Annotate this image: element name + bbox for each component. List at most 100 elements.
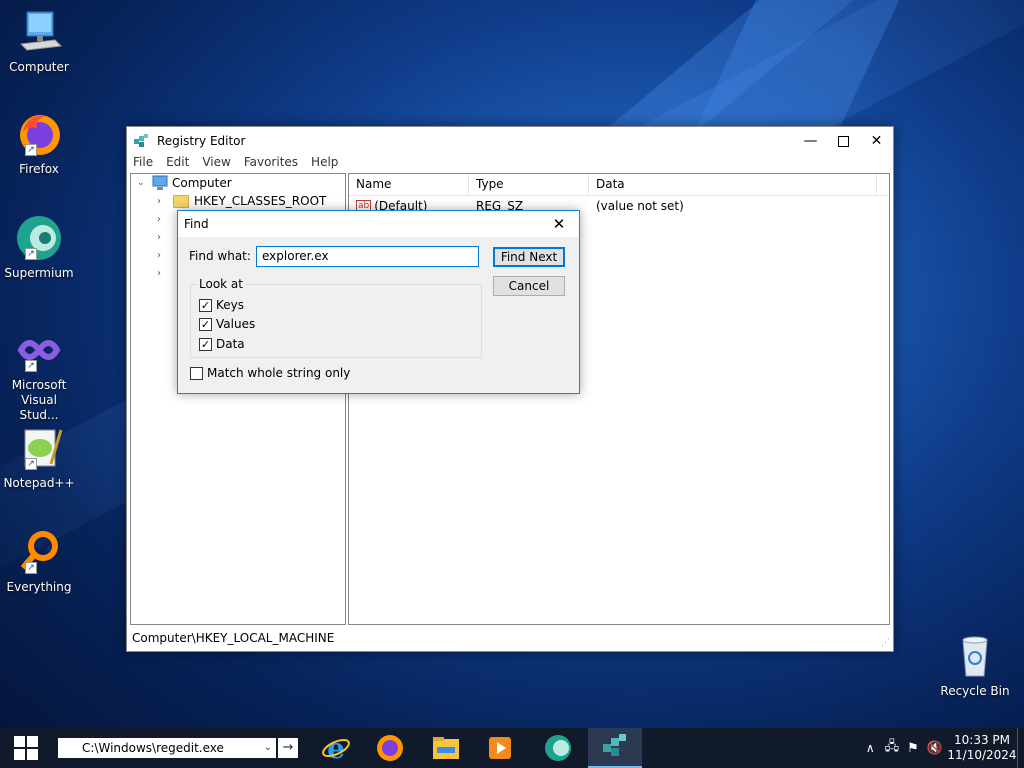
checkbox-icon: ✓ bbox=[190, 366, 203, 380]
shortcut-arrow-icon: ↗ bbox=[25, 144, 37, 156]
computer-icon bbox=[152, 175, 168, 190]
tree-item-hkey-classes-root[interactable]: › HKEY_CLASSES_ROOT bbox=[157, 192, 326, 210]
tree-item-collapsed[interactable]: › bbox=[157, 246, 173, 264]
window-title: Registry Editor bbox=[157, 134, 246, 148]
desktop-icon-label: Firefox bbox=[19, 162, 59, 176]
menu-edit[interactable]: Edit bbox=[166, 155, 189, 173]
taskbar-registry-editor[interactable] bbox=[588, 728, 642, 768]
firefox-icon: ↗ bbox=[15, 110, 63, 158]
find-dialog[interactable]: Find ✕ Find what: explorer.ex Find Next … bbox=[177, 210, 580, 394]
regedit-icon bbox=[134, 134, 148, 147]
menu-view[interactable]: View bbox=[202, 155, 230, 173]
tree-item-computer[interactable]: ⌄ Computer bbox=[137, 174, 232, 192]
menu-favorites[interactable]: Favorites bbox=[244, 155, 298, 173]
run-address-text: C:\Windows\regedit.exe bbox=[82, 741, 224, 755]
network-icon[interactable]: 🖧 bbox=[885, 737, 900, 759]
desktop-icon-label: Recycle Bin bbox=[940, 684, 1010, 698]
arrow-right-icon: → bbox=[282, 740, 294, 755]
taskbar-file-explorer[interactable] bbox=[422, 728, 470, 768]
data-checkbox[interactable]: ✓ Data bbox=[199, 337, 245, 351]
desktop-icon-recycle-bin[interactable]: Recycle Bin bbox=[938, 632, 1012, 699]
checkbox-icon: ✓ bbox=[199, 298, 212, 312]
chevron-right-icon[interactable]: › bbox=[157, 268, 173, 279]
find-what-input[interactable]: explorer.ex bbox=[256, 246, 479, 267]
windows-logo-icon bbox=[14, 736, 38, 760]
chevron-right-icon[interactable]: › bbox=[157, 196, 173, 207]
cancel-button[interactable]: Cancel bbox=[493, 276, 565, 296]
chevron-up-icon[interactable]: ∧ bbox=[866, 741, 875, 755]
desktop-icon-notepadpp[interactable]: ↗ Notepad++ bbox=[2, 424, 76, 491]
supermium-icon: ↗ bbox=[15, 214, 63, 262]
close-button[interactable]: ✕ bbox=[860, 127, 893, 155]
checkmark-icon: ✓ bbox=[200, 337, 211, 351]
svg-text:e: e bbox=[327, 733, 345, 763]
flag-icon[interactable]: ⚑ bbox=[907, 741, 919, 756]
tree-item-label: Computer bbox=[172, 176, 232, 190]
minimize-icon: — bbox=[803, 133, 818, 149]
find-dialog-title: Find bbox=[184, 217, 209, 231]
tree-item-collapsed[interactable]: › bbox=[157, 228, 173, 246]
taskbar-firefox[interactable] bbox=[366, 728, 414, 768]
tree-item-collapsed[interactable]: › bbox=[157, 210, 173, 228]
menu-file[interactable]: File bbox=[133, 155, 153, 173]
find-dialog-title-bar[interactable]: Find ✕ bbox=[178, 211, 579, 237]
desktop-icon-visual-studio[interactable]: ↗ Microsoft Visual Stud... bbox=[2, 326, 76, 423]
chevron-down-icon[interactable]: ⌄ bbox=[137, 178, 151, 188]
desktop-icon-label: Notepad++ bbox=[3, 476, 75, 490]
data-label: Data bbox=[216, 337, 245, 351]
find-dialog-close-button[interactable]: ✕ bbox=[539, 211, 579, 237]
find-next-button[interactable]: Find Next bbox=[493, 247, 565, 267]
volume-muted-icon[interactable]: 🔇 bbox=[927, 741, 943, 756]
clock[interactable]: 10:33 PM 11/10/2024 bbox=[947, 733, 1017, 763]
chevron-down-icon[interactable]: ⌄ bbox=[264, 738, 272, 758]
column-header-name[interactable]: Name bbox=[349, 174, 469, 195]
clock-date: 11/10/2024 bbox=[947, 748, 1017, 762]
show-desktop-button[interactable] bbox=[1017, 728, 1024, 768]
resize-grip-icon[interactable]: ⋰ bbox=[881, 638, 890, 648]
close-icon: ✕ bbox=[552, 215, 566, 233]
look-at-label: Look at bbox=[197, 277, 245, 291]
folder-icon bbox=[173, 194, 189, 208]
desktop-icon-label: Computer bbox=[9, 60, 69, 74]
shortcut-arrow-icon: ↗ bbox=[25, 562, 37, 574]
taskbar: C:\Windows\regedit.exe ⌄ → e ∧ 🖧 ⚑ 🔇 10:… bbox=[0, 728, 1024, 768]
tree-item-collapsed[interactable]: › bbox=[157, 264, 173, 282]
maximize-button[interactable] bbox=[827, 127, 860, 155]
column-header-type[interactable]: Type bbox=[469, 174, 589, 195]
list-header: Name Type Data bbox=[349, 174, 889, 196]
everything-search-icon: ↗ bbox=[15, 528, 63, 576]
taskbar-internet-explorer[interactable]: e bbox=[312, 728, 360, 768]
chevron-right-icon[interactable]: › bbox=[157, 232, 173, 243]
regedit-icon bbox=[603, 734, 626, 756]
tree-item-label: HKEY_CLASSES_ROOT bbox=[194, 194, 327, 208]
chevron-right-icon[interactable]: › bbox=[157, 214, 173, 225]
menu-help[interactable]: Help bbox=[311, 155, 338, 173]
checkmark-icon: ✓ bbox=[200, 298, 211, 312]
shortcut-arrow-icon: ↗ bbox=[25, 248, 37, 260]
media-player-icon bbox=[489, 737, 511, 759]
go-arrow-button[interactable]: → bbox=[278, 738, 298, 758]
title-bar[interactable]: Registry Editor — ✕ bbox=[127, 127, 893, 155]
values-label: Values bbox=[216, 317, 256, 331]
checkbox-icon: ✓ bbox=[199, 317, 212, 331]
values-checkbox[interactable]: ✓ Values bbox=[199, 317, 255, 331]
shortcut-arrow-icon: ↗ bbox=[25, 360, 37, 372]
find-what-label: Find what: bbox=[189, 249, 251, 263]
chevron-right-icon[interactable]: › bbox=[157, 250, 173, 261]
desktop-icon-everything[interactable]: ↗ Everything bbox=[2, 528, 76, 595]
keys-checkbox[interactable]: ✓ Keys bbox=[199, 298, 244, 312]
desktop-icon-label: Microsoft Visual Stud... bbox=[11, 378, 67, 422]
column-header-data[interactable]: Data bbox=[589, 174, 877, 195]
minimize-button[interactable]: — bbox=[794, 127, 827, 155]
desktop-icon-computer[interactable]: Computer bbox=[2, 8, 76, 75]
start-button[interactable] bbox=[0, 728, 52, 768]
close-icon: ✕ bbox=[870, 133, 883, 149]
desktop-icon-supermium[interactable]: ↗ Supermium bbox=[2, 214, 76, 281]
match-whole-string-checkbox[interactable]: ✓ Match whole string only bbox=[190, 366, 350, 380]
checkbox-icon: ✓ bbox=[199, 337, 212, 351]
visual-studio-icon: ↗ bbox=[15, 326, 63, 374]
desktop-icon-firefox[interactable]: ↗ Firefox bbox=[2, 110, 76, 177]
run-address-box[interactable]: C:\Windows\regedit.exe ⌄ bbox=[58, 738, 276, 758]
taskbar-supermium[interactable] bbox=[534, 728, 582, 768]
taskbar-media-player[interactable] bbox=[476, 728, 524, 768]
